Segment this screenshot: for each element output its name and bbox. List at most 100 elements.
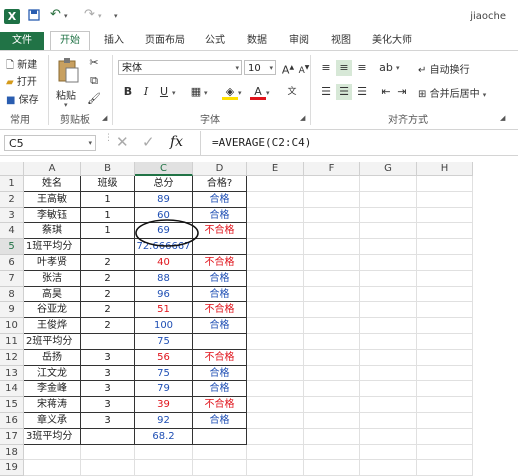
paste-icon[interactable] (56, 57, 80, 85)
cell-e19[interactable] (247, 460, 304, 476)
column-header-d[interactable]: D (193, 162, 247, 176)
fill-dropdown-icon[interactable]: ▾ (238, 89, 242, 97)
row-header[interactable]: 3 (0, 207, 24, 224)
clipboard-launcher-icon[interactable]: ◢ (102, 114, 107, 122)
cell-c14[interactable]: 79 (135, 381, 193, 398)
cell-d17[interactable] (193, 428, 247, 445)
cell-f4[interactable] (304, 223, 360, 240)
cell-f6[interactable] (304, 255, 360, 271)
orientation-dropdown-icon[interactable]: ▾ (396, 64, 400, 72)
cell-e1[interactable] (247, 176, 304, 192)
cell-e3[interactable] (247, 207, 304, 224)
cell-e14[interactable] (247, 381, 304, 398)
cell-e4[interactable] (247, 223, 304, 240)
cell-g8[interactable] (360, 286, 417, 303)
font-launcher-icon[interactable]: ◢ (300, 114, 305, 122)
cell-a7[interactable]: 张洁 (24, 270, 81, 287)
cell-f16[interactable] (304, 413, 360, 429)
excel-app-icon[interactable]: X (4, 9, 20, 24)
cell-b14[interactable]: 3 (81, 381, 135, 398)
cell-c17[interactable]: 68.2 (135, 428, 193, 445)
cell-g11[interactable] (360, 334, 417, 350)
cell-e6[interactable] (247, 255, 304, 271)
alignment-launcher-icon[interactable]: ◢ (500, 114, 505, 122)
cell-c15[interactable]: 39 (135, 397, 193, 413)
cell-e15[interactable] (247, 397, 304, 413)
cell-f17[interactable] (304, 428, 360, 445)
cell-f12[interactable] (304, 349, 360, 366)
cell-c9[interactable]: 51 (135, 302, 193, 319)
cell-d8[interactable]: 合格 (193, 286, 247, 303)
cell-b17[interactable] (81, 428, 135, 445)
cell-b12[interactable]: 3 (81, 349, 135, 366)
cell-b5[interactable] (81, 239, 135, 255)
cell-c19[interactable] (135, 460, 193, 476)
row-header[interactable]: 14 (0, 381, 24, 398)
wrap-text-button[interactable]: ↵ 自动换行 (418, 61, 470, 76)
cell-b7[interactable]: 2 (81, 270, 135, 287)
cell-h9[interactable] (417, 302, 473, 319)
cell-d13[interactable]: 合格 (193, 365, 247, 382)
cell-e18[interactable] (247, 444, 304, 461)
open-button[interactable]: ▰ 打开 (6, 73, 37, 88)
cell-g3[interactable] (360, 207, 417, 224)
cell-h15[interactable] (417, 397, 473, 413)
cell-g4[interactable] (360, 223, 417, 240)
cell-h11[interactable] (417, 334, 473, 350)
border-dropdown-icon[interactable]: ▾ (204, 89, 208, 97)
cell-a10[interactable]: 王俊烨 (24, 318, 81, 334)
phonetic-icon[interactable]: 文 (284, 84, 300, 100)
cell-d15[interactable]: 不合格 (193, 397, 247, 413)
row-header[interactable]: 12 (0, 349, 24, 366)
column-header-e[interactable]: E (247, 162, 304, 176)
row-header[interactable]: 4 (0, 223, 24, 240)
cell-a17[interactable]: 3班平均分 (24, 428, 81, 445)
font-name-combo[interactable]: 宋体 ▾ (118, 60, 242, 75)
cell-c1[interactable]: 总分 (135, 176, 193, 192)
cell-h4[interactable] (417, 223, 473, 240)
redo-dropdown-icon[interactable]: ▾ (98, 12, 102, 20)
cell-c12[interactable]: 56 (135, 349, 193, 366)
cell-c16[interactable]: 92 (135, 413, 193, 429)
font-color-icon[interactable]: A (250, 84, 266, 100)
cell-f9[interactable] (304, 302, 360, 319)
cell-b1[interactable]: 班级 (81, 176, 135, 192)
orientation-icon[interactable]: ab (378, 60, 394, 76)
enter-icon[interactable]: ✓ (142, 133, 155, 151)
cell-h12[interactable] (417, 349, 473, 366)
cell-h2[interactable] (417, 191, 473, 208)
row-header[interactable]: 18 (0, 444, 24, 461)
cell-f5[interactable] (304, 239, 360, 255)
cell-a12[interactable]: 岳扬 (24, 349, 81, 366)
cell-a19[interactable] (24, 460, 81, 476)
cell-f8[interactable] (304, 286, 360, 303)
cell-g16[interactable] (360, 413, 417, 429)
cell-f2[interactable] (304, 191, 360, 208)
row-header[interactable]: 9 (0, 302, 24, 319)
cell-g14[interactable] (360, 381, 417, 398)
cell-g17[interactable] (360, 428, 417, 445)
tab-data[interactable]: 数据 (240, 32, 274, 50)
format-painter-icon[interactable]: 🖌 (86, 91, 102, 107)
underline-dropdown-icon[interactable]: ▾ (172, 89, 176, 97)
cell-a8[interactable]: 高昊 (24, 286, 81, 303)
font-color-dropdown-icon[interactable]: ▾ (266, 89, 270, 97)
cell-e9[interactable] (247, 302, 304, 319)
column-header-f[interactable]: F (304, 162, 360, 176)
border-icon[interactable]: ▦ (188, 84, 204, 100)
cell-d12[interactable]: 不合格 (193, 349, 247, 366)
column-header-a[interactable]: A (24, 162, 81, 176)
cell-h18[interactable] (417, 444, 473, 461)
underline-icon[interactable]: U (156, 84, 172, 100)
cell-c13[interactable]: 75 (135, 365, 193, 382)
align-left-icon[interactable]: ☰ (318, 84, 334, 100)
cell-h17[interactable] (417, 428, 473, 445)
font-size-combo[interactable]: 10 ▾ (244, 60, 276, 75)
align-top-icon[interactable]: ≡ (318, 60, 334, 76)
cell-c11[interactable]: 75 (135, 334, 193, 350)
align-middle-icon[interactable]: ≡ (336, 60, 352, 76)
cell-e7[interactable] (247, 270, 304, 287)
cell-c8[interactable]: 96 (135, 286, 193, 303)
cell-d11[interactable] (193, 334, 247, 350)
tab-formulas[interactable]: 公式 (198, 32, 232, 50)
